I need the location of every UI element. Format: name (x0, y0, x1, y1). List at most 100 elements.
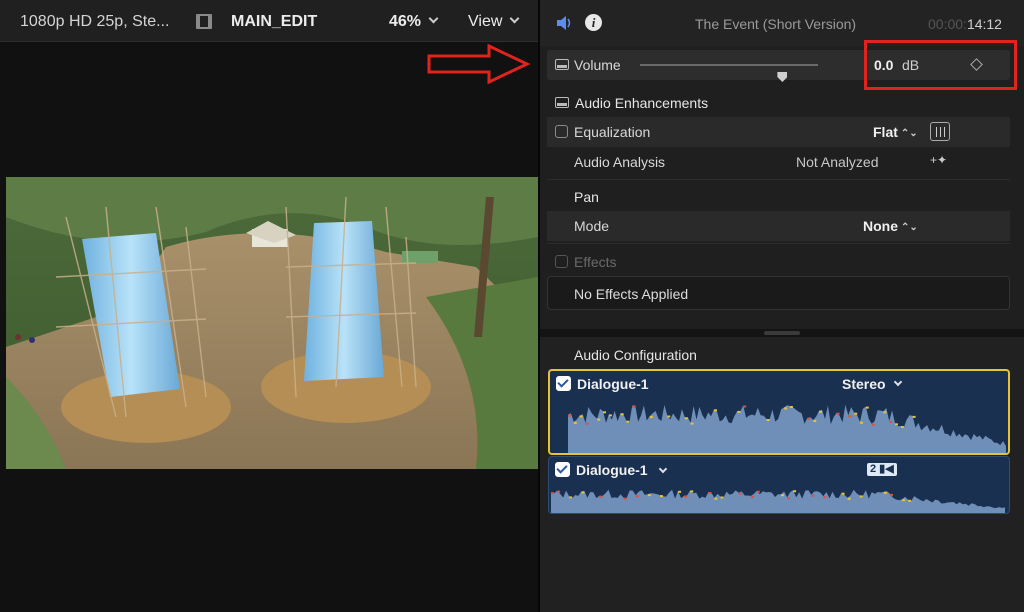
equalization-popup[interactable]: Flat ⌃⌄ (873, 124, 918, 140)
track-checkbox[interactable] (555, 462, 570, 477)
waveform-peak (623, 497, 627, 500)
zoom-value: 46% (389, 13, 422, 30)
effects-checkbox[interactable] (555, 255, 568, 268)
updown-icon: ⌃⌄ (901, 222, 918, 233)
waveform-peak (667, 415, 671, 418)
pan-title: Pan (574, 189, 599, 205)
waveform-body (568, 404, 1006, 453)
chevron-down-icon[interactable] (658, 464, 668, 474)
waveform-peak (813, 420, 817, 422)
format-label[interactable]: 1080p HD 25p, Ste... (20, 13, 169, 31)
waveform-peak (766, 419, 770, 421)
waveform-peak (608, 414, 612, 417)
waveform-peak (895, 423, 898, 426)
audio-track[interactable]: Dialogue-1 Stereo (548, 369, 1010, 455)
chevron-down-icon (893, 377, 902, 387)
waveform-peak (690, 490, 694, 493)
waveform-peak (811, 494, 815, 497)
waveform-peak (708, 492, 712, 494)
waveform-peak (620, 413, 624, 416)
waveform-peak (750, 495, 754, 498)
waveform-peak (579, 415, 583, 418)
view-menu[interactable]: View (468, 13, 520, 31)
view-label: View (468, 13, 503, 30)
speaker-icon[interactable] (556, 15, 572, 31)
waveform-peak (568, 414, 571, 417)
arrow-annotation-icon (427, 43, 531, 85)
clip-name: MAIN_EDIT (231, 13, 318, 30)
track-name: Dialogue-1 (576, 462, 648, 478)
waveform-peak (854, 412, 858, 415)
waveform-peak (859, 495, 863, 498)
track-name: Dialogue-1 (577, 376, 649, 392)
channel-count: 2 (870, 463, 877, 475)
waveform-peak (756, 490, 760, 493)
waveform-peak (738, 492, 742, 495)
waveform-peak (847, 497, 851, 500)
waveform-peak (649, 416, 653, 418)
chevron-down-icon (509, 13, 520, 24)
volume-label: Volume (574, 57, 621, 73)
waveform-peak (841, 492, 845, 495)
waveform-peak (603, 411, 606, 414)
audio-analysis-label: Audio Analysis (574, 154, 666, 170)
waveform-peak (690, 422, 694, 425)
channel-popup[interactable]: Stereo (842, 376, 902, 392)
waveform-peak (883, 491, 887, 494)
waveform-peak (902, 499, 906, 502)
separator (547, 179, 1010, 180)
waveform-peak (684, 495, 688, 498)
effects-list[interactable]: No Effects Applied (547, 276, 1010, 310)
waveform-peak (890, 493, 893, 496)
pan-mode-label: Mode (574, 218, 610, 234)
panel-icon[interactable] (555, 59, 569, 70)
waveform-peak (660, 495, 663, 498)
event-title: The Event (Short Version) (695, 16, 857, 32)
equalization-checkbox[interactable] (555, 125, 568, 138)
waveform-peak (883, 411, 887, 414)
zoom-menu[interactable]: 46% (389, 13, 439, 31)
volume-slider[interactable] (640, 64, 818, 82)
chevron-down-icon (428, 13, 439, 24)
waveform-peak (819, 410, 823, 413)
info-icon[interactable]: i (585, 14, 602, 31)
pan-mode-popup[interactable]: None ⌃⌄ (863, 218, 918, 234)
waveform-peak (581, 491, 585, 494)
waveform-peak (908, 499, 912, 502)
video-image (6, 177, 538, 469)
waveform-peak (632, 405, 636, 408)
audio-analysis-value: Not Analyzed (796, 154, 879, 170)
audio-track[interactable]: Dialogue-1 2 ▮◀ (548, 456, 1010, 514)
waveform-peak (557, 490, 561, 493)
waveform-peak (848, 415, 852, 418)
waveform-peak (684, 417, 688, 420)
channel-badge: 2 ▮◀ (867, 463, 897, 476)
audio-inspector: i The Event (Short Version) 00:00:14:12 … (540, 0, 1024, 612)
viewer-pane: 1080p HD 25p, Ste... MAIN_EDIT 46% View (0, 0, 538, 612)
timecode: 00:00:14:12 (928, 16, 1002, 32)
waveform-peak (787, 497, 791, 500)
waveform-peak (784, 407, 788, 410)
track-checkbox[interactable] (556, 376, 571, 391)
audio-waveform (568, 404, 1006, 453)
waveform-peak (720, 496, 724, 499)
split-handle[interactable] (540, 329, 1024, 337)
channel-value: Stereo (842, 376, 886, 392)
waveform-peak (714, 409, 717, 412)
panel-icon[interactable] (555, 97, 569, 108)
waveform-peak (573, 421, 577, 424)
audio-analysis-row: Audio Analysis Not Analyzed +✦ (547, 147, 1010, 177)
waveform-peak (635, 495, 639, 498)
waveform-peak (551, 492, 554, 495)
waveform-peak (599, 495, 603, 498)
waveform-body (551, 489, 1005, 513)
waveform-peak (865, 406, 869, 409)
magic-wand-icon[interactable]: +✦ (930, 153, 950, 171)
waveform-peak (793, 490, 797, 493)
volume-slider-thumb[interactable] (777, 72, 788, 82)
video-frame[interactable] (6, 177, 538, 469)
waveform-peak (900, 426, 904, 428)
equalizer-icon[interactable] (930, 122, 950, 141)
pan-mode-row: Mode None ⌃⌄ (547, 211, 1010, 241)
timecode-dim: 00:00: (928, 16, 967, 32)
